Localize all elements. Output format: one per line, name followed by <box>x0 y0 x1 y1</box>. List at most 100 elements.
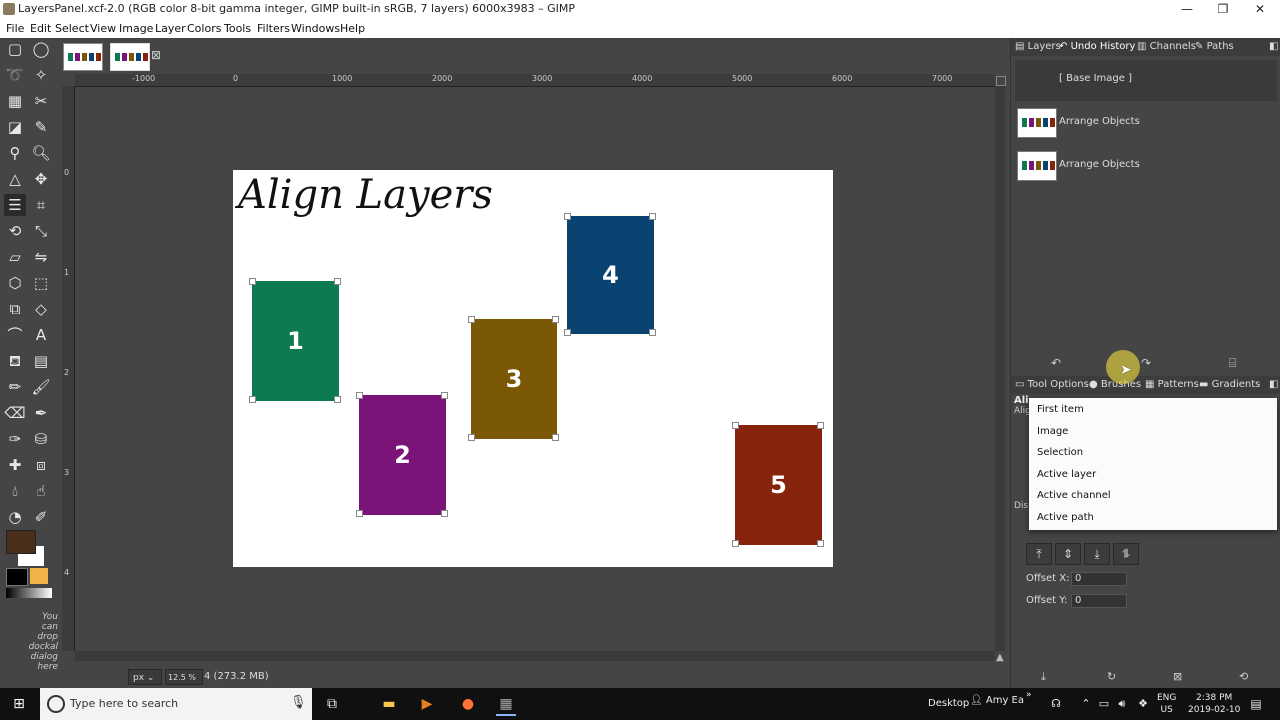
user-toolbar[interactable]: 👤︎ Amy Ea <box>970 695 1024 706</box>
transform-handle[interactable] <box>564 329 571 336</box>
tab-patterns[interactable]: ▦ Patterns <box>1145 379 1199 390</box>
close-tab-icon[interactable]: ⊠ <box>151 48 161 62</box>
offset-x-input[interactable]: 0 <box>1071 572 1127 586</box>
tab-channels[interactable]: ▥ Channels <box>1137 41 1196 52</box>
tab-paths[interactable]: ✎ Paths <box>1195 41 1234 52</box>
align-bottom-icon[interactable]: ⤓ <box>1084 543 1110 565</box>
scale-icon[interactable]: ⤡ <box>30 220 52 242</box>
history-item[interactable]: Arrange Objects <box>1015 146 1277 187</box>
image-tab-2[interactable] <box>110 43 150 71</box>
crop-icon[interactable]: ⌗ <box>30 194 52 216</box>
restore-options-icon[interactable]: ↻ <box>1107 670 1116 683</box>
flip-icon[interactable]: ⇋ <box>30 246 52 268</box>
cage-icon[interactable]: ⬡ <box>4 272 26 294</box>
history-item[interactable]: Arrange Objects <box>1015 103 1277 144</box>
clear-history-icon[interactable]: ⌸ <box>1229 356 1236 371</box>
paths-icon[interactable]: ✎ <box>30 116 52 138</box>
dock-menu-icon[interactable]: ◧ <box>1269 41 1278 52</box>
menu-layer[interactable]: Layer <box>155 22 186 35</box>
minimize-button[interactable]: — <box>1168 0 1206 18</box>
align-middle-icon[interactable]: ⇕ <box>1055 543 1081 565</box>
dock-menu-icon[interactable]: ◧ <box>1269 379 1278 390</box>
notifications-icon[interactable]: ▤ <box>1246 694 1266 714</box>
dropbox-icon[interactable]: ❖ <box>1133 694 1153 714</box>
unit-select[interactable]: px ⌄ <box>128 669 162 685</box>
file-explorer-icon[interactable]: ▬ <box>379 694 399 714</box>
transform-handle[interactable] <box>441 510 448 517</box>
scissors-icon[interactable]: ✂ <box>30 90 52 112</box>
dropdown-item-active-path[interactable]: Active path <box>1037 512 1094 523</box>
task-view-icon[interactable]: ⧉ <box>322 694 342 714</box>
image-tab-1[interactable] <box>63 43 103 71</box>
box-3[interactable]: 3 <box>471 319 557 439</box>
zoom-select[interactable]: 12.5 % <box>165 669 203 685</box>
undo-icon[interactable]: ↶ <box>1051 356 1061 370</box>
rotate-icon[interactable]: ⟲ <box>4 220 26 242</box>
gradient-preview[interactable] <box>6 588 52 598</box>
perspective-icon[interactable]: ⬚ <box>30 272 52 294</box>
menu-select[interactable]: Select <box>55 22 89 35</box>
transform-handle[interactable] <box>249 396 256 403</box>
vertical-scrollbar[interactable] <box>995 86 1005 651</box>
transform-handle[interactable] <box>552 434 559 441</box>
dropdown-item-active-layer[interactable]: Active layer <box>1037 469 1096 480</box>
transform-handle[interactable] <box>649 329 656 336</box>
menu-file[interactable]: File <box>6 22 24 35</box>
save-options-icon[interactable]: ⤓ <box>1041 670 1046 684</box>
tab-layers[interactable]: ▤ Layers <box>1015 41 1061 52</box>
by-color-select-icon[interactable]: ▦ <box>4 90 26 112</box>
color-picker-icon[interactable]: ⚲ <box>4 142 26 164</box>
menu-help[interactable]: Help <box>340 22 365 35</box>
pencil-icon[interactable]: ✏ <box>4 376 26 398</box>
move-icon[interactable]: ✥ <box>30 168 52 190</box>
zoom-fit-icon[interactable]: ▲ <box>996 652 1004 663</box>
language-indicator[interactable]: ENG US <box>1157 692 1176 716</box>
horizontal-ruler[interactable]: -1000 0 1000 2000 3000 4000 5000 6000 70… <box>75 74 995 87</box>
tray-up-icon[interactable]: ⌃ <box>1076 694 1096 714</box>
menu-filters[interactable]: Filters <box>257 22 290 35</box>
ink-icon[interactable]: ✑ <box>4 428 26 450</box>
box-4[interactable]: 4 <box>566 215 655 335</box>
transform-handle[interactable] <box>732 422 739 429</box>
vertical-ruler[interactable]: 0 1 2 3 4 <box>62 86 75 651</box>
box-1[interactable]: 1 <box>252 281 339 401</box>
mypaint-brush-icon[interactable]: ✐ <box>30 506 52 528</box>
dropdown-item-selection[interactable]: Selection <box>1037 447 1083 458</box>
firefox-icon[interactable]: ● <box>458 694 478 714</box>
warp-icon[interactable]: ⌒ <box>4 324 26 346</box>
handle-transform-icon[interactable]: ◇ <box>30 298 52 320</box>
horizontal-scrollbar[interactable] <box>75 651 995 661</box>
clock[interactable]: 2:38 PM 2019-02-10 <box>1188 692 1240 716</box>
blur-icon[interactable]: 💧︎ <box>4 480 26 502</box>
transform-handle[interactable] <box>468 316 475 323</box>
close-button[interactable]: ✕ <box>1241 0 1279 18</box>
menu-windows[interactable]: Windows <box>291 22 340 35</box>
menu-view[interactable]: View <box>90 22 116 35</box>
reset-options-icon[interactable]: ⟲ <box>1239 670 1248 683</box>
text-icon[interactable]: A <box>30 324 52 346</box>
transform-handle[interactable] <box>817 422 824 429</box>
people-icon[interactable]: ☊ <box>1046 694 1066 714</box>
lasso-icon[interactable]: ➰ <box>4 64 26 86</box>
clone-icon[interactable]: ⛁ <box>30 428 52 450</box>
offset-y-input[interactable]: 0 <box>1071 594 1127 608</box>
history-item-base[interactable]: [ Base Image ] <box>1015 60 1277 101</box>
transform-handle[interactable] <box>249 278 256 285</box>
align-icon[interactable]: ☰ <box>4 194 26 216</box>
transform-handle[interactable] <box>334 278 341 285</box>
windows-start-icon[interactable]: ⊞ <box>9 694 29 714</box>
dropdown-item-first-item[interactable]: First item <box>1037 404 1084 415</box>
box-2[interactable]: 2 <box>359 395 446 515</box>
tab-gradients[interactable]: ▬ Gradients <box>1199 379 1260 390</box>
distribute-vertical-icon[interactable]: ⥮ <box>1113 543 1139 565</box>
transform-handle[interactable] <box>564 213 571 220</box>
transform-handle[interactable] <box>441 392 448 399</box>
dropdown-item-image[interactable]: Image <box>1037 426 1068 437</box>
ellipse-select-icon[interactable]: ◯ <box>30 38 52 60</box>
align-top-icon[interactable]: ⤒ <box>1026 543 1052 565</box>
measure-icon[interactable]: △ <box>4 168 26 190</box>
desktop-toolbar[interactable]: Desktop <box>928 698 969 709</box>
smudge-icon[interactable]: ☝ <box>30 480 52 502</box>
eraser-icon[interactable]: ⌫ <box>4 402 26 424</box>
restore-button[interactable]: ❐ <box>1204 0 1242 18</box>
